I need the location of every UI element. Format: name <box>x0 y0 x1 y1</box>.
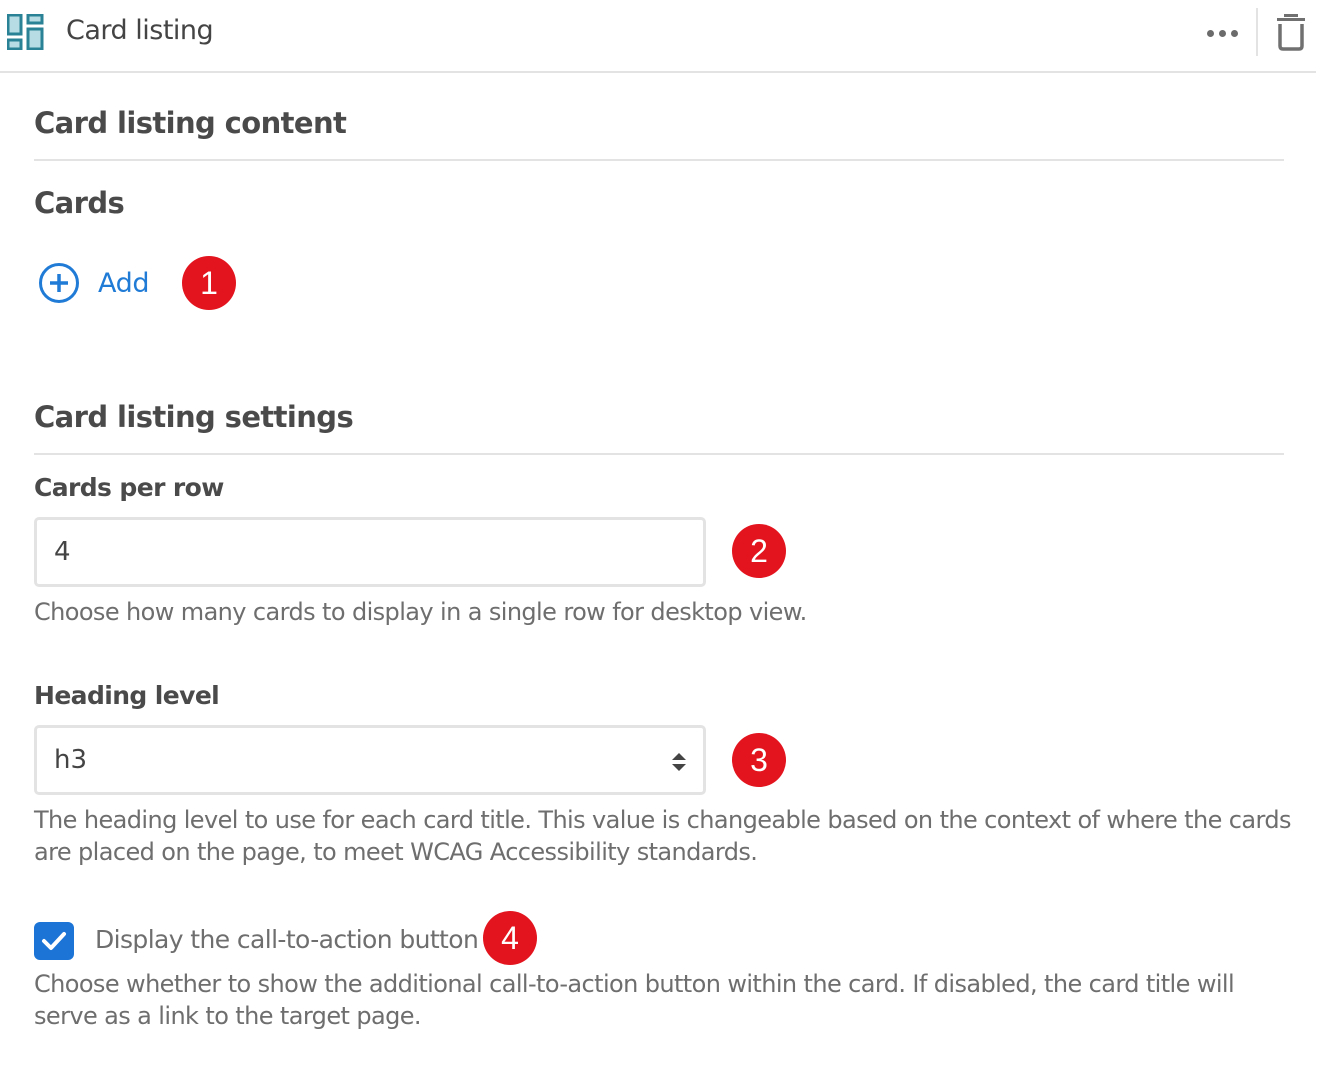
cta-help: Choose whether to show the additional ca… <box>34 970 1235 1030</box>
cards-per-row-help: Choose how many cards to display in a si… <box>34 598 807 626</box>
cards-per-row-input[interactable]: 4 <box>34 517 706 587</box>
settings-section-title: Card listing settings <box>34 400 354 434</box>
more-dot <box>1231 30 1238 37</box>
heading-level-value: h3 <box>54 745 88 775</box>
annotation-badge-4: 4 <box>483 911 537 965</box>
more-horizontal-icon <box>1207 30 1214 37</box>
select-updown-icon <box>672 753 686 771</box>
more-dot <box>1219 30 1226 37</box>
cta-checkbox-label[interactable]: Display the call-to-action button <box>95 925 479 954</box>
settings-section-divider <box>34 453 1284 455</box>
annotation-badge-3: 3 <box>732 733 786 787</box>
cta-checkbox[interactable] <box>34 922 74 960</box>
block-header: Card listing <box>0 0 1316 73</box>
heading-level-help: The heading level to use for each card t… <box>34 806 1291 866</box>
annotation-badge-2: 2 <box>732 524 786 578</box>
plus-circle-icon <box>39 263 79 303</box>
block-title: Card listing <box>66 15 214 46</box>
card-grid-icon <box>7 14 44 50</box>
trash-icon[interactable] <box>1275 12 1307 52</box>
heading-level-select[interactable]: h3 <box>34 725 706 795</box>
header-separator <box>1256 8 1258 56</box>
add-card-button[interactable]: Add <box>38 261 149 305</box>
cards-per-row-label: Cards per row <box>34 473 224 502</box>
annotation-badge-1: 1 <box>182 256 236 310</box>
heading-level-label: Heading level <box>34 681 220 710</box>
content-section-title: Card listing content <box>34 106 347 140</box>
add-card-label: Add <box>98 267 150 299</box>
checkmark-icon <box>42 932 66 950</box>
content-section-divider <box>34 159 1284 161</box>
more-options-button[interactable] <box>1204 18 1244 48</box>
cards-label: Cards <box>34 186 125 220</box>
